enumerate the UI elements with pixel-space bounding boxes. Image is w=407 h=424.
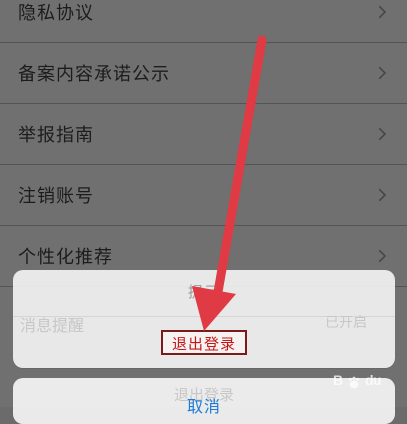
logout-button[interactable]: 退出登录 [161,330,247,355]
dialog-title: 提示 [187,284,220,301]
dialog-divider [13,316,395,317]
baidu-paw-icon [345,374,363,392]
cancel-button-label: 取消 [186,399,221,416]
watermark-letter-u: u [373,372,382,388]
baidu-watermark: B d u [333,372,393,396]
watermark-letter-b: B [333,372,344,388]
